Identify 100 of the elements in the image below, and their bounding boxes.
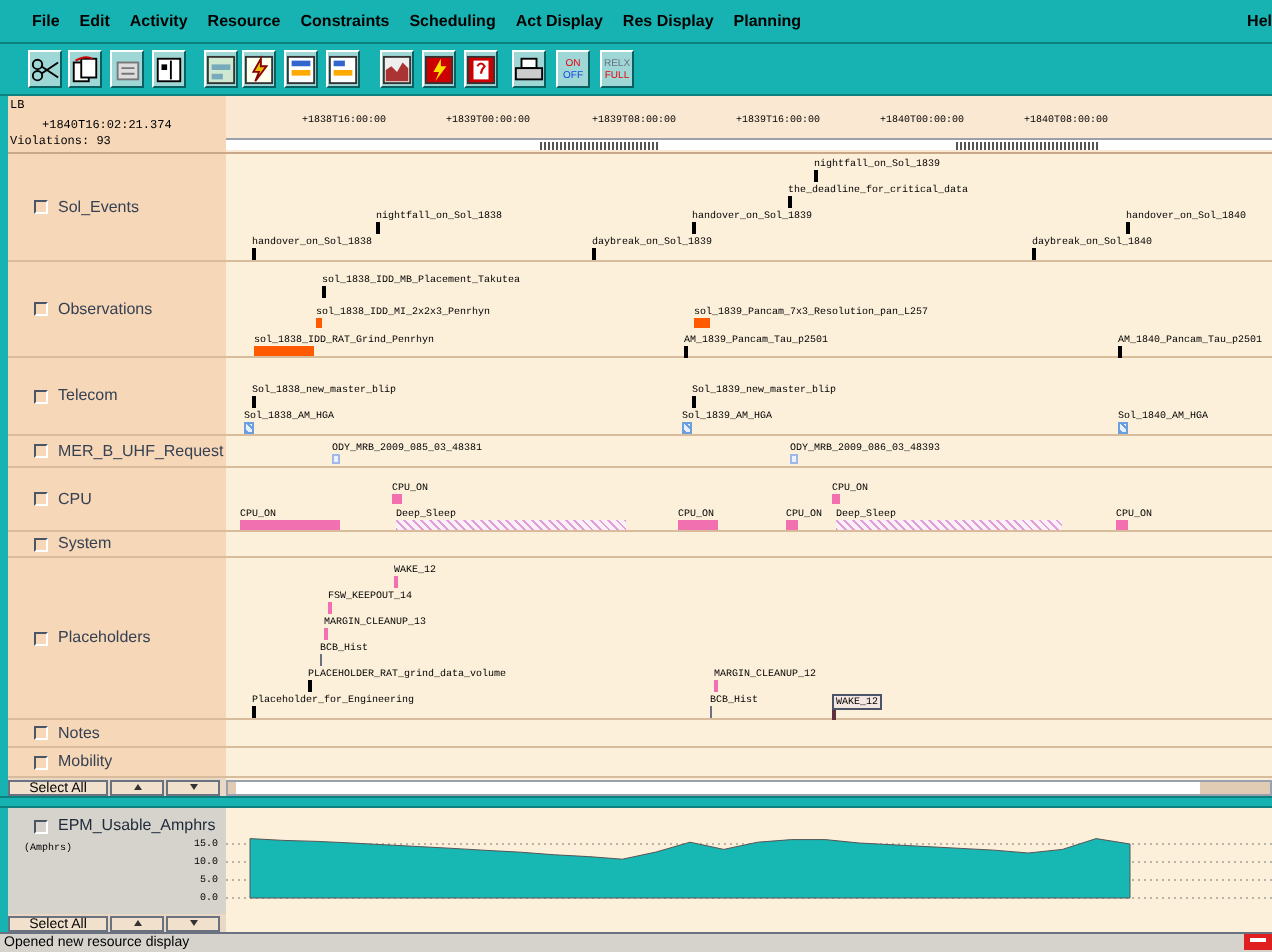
up-arrow-icon — [131, 918, 143, 928]
question-icon — [466, 53, 496, 85]
checkbox[interactable] — [34, 492, 48, 506]
activity-marker[interactable] — [244, 422, 254, 434]
toolbar-button[interactable] — [422, 50, 456, 88]
chart-icon — [382, 53, 412, 85]
window-icon — [206, 53, 236, 85]
menu-item[interactable]: File — [32, 9, 60, 33]
checkbox[interactable] — [34, 389, 48, 403]
scroll-up-button[interactable] — [110, 915, 164, 931]
scrollbar-thumb[interactable] — [236, 781, 1200, 793]
activity-marker[interactable] — [790, 454, 798, 464]
activity-marker[interactable] — [692, 396, 696, 408]
conflict-marker — [540, 142, 660, 150]
down-arrow-icon — [187, 918, 199, 928]
activity-marker[interactable] — [396, 520, 626, 530]
activity-marker[interactable] — [786, 520, 798, 530]
activity-marker[interactable] — [692, 222, 696, 234]
activity-marker[interactable] — [1032, 248, 1036, 260]
checkbox[interactable] — [34, 302, 48, 316]
activity-marker[interactable] — [836, 520, 1062, 530]
activity-marker[interactable] — [252, 248, 256, 260]
activity-marker[interactable] — [832, 494, 840, 504]
resource-label[interactable]: EPM_Usable_Amphrs — [58, 814, 216, 838]
lightning-icon — [244, 53, 274, 85]
checkbox[interactable] — [34, 631, 48, 645]
scroll-down-button[interactable] — [166, 779, 220, 795]
activity-marker[interactable] — [394, 576, 398, 588]
toolbar-button[interactable] — [152, 50, 186, 88]
menu-item[interactable]: Resource — [207, 9, 281, 33]
conflict-marker — [956, 142, 1100, 150]
checkbox[interactable] — [34, 537, 48, 551]
window-icon — [286, 53, 316, 85]
activity-marker[interactable] — [308, 680, 312, 692]
activity-marker[interactable] — [694, 318, 710, 328]
activity-marker[interactable] — [714, 680, 718, 692]
activity-marker[interactable] — [240, 520, 340, 530]
menu-item[interactable]: Constraints — [300, 9, 390, 33]
menu-item[interactable]: Planning — [733, 9, 802, 33]
activity-marker[interactable] — [316, 318, 322, 328]
activity-marker[interactable] — [252, 396, 256, 408]
toolbar-button[interactable] — [512, 50, 546, 88]
activity-marker[interactable] — [788, 196, 792, 208]
checkbox[interactable] — [34, 444, 48, 458]
activity-marker[interactable] — [1116, 520, 1128, 530]
activity-marker[interactable] — [332, 454, 340, 464]
row-label[interactable]: Telecom — [58, 384, 118, 408]
activity-marker[interactable] — [814, 170, 818, 182]
toolbar-button[interactable] — [204, 50, 238, 88]
toolbar-button[interactable] — [242, 50, 276, 88]
activity-marker[interactable] — [682, 422, 692, 434]
activity-marker[interactable] — [324, 628, 328, 640]
row-label[interactable]: Notes — [58, 721, 100, 745]
printer-icon — [514, 53, 544, 85]
toolbar-button[interactable] — [110, 50, 144, 88]
checkbox[interactable] — [34, 200, 48, 214]
up-arrow-icon — [131, 782, 143, 792]
window-icon — [328, 53, 358, 85]
activity-marker[interactable] — [710, 706, 712, 718]
row-label[interactable]: Placeholders — [58, 626, 151, 650]
activity-marker[interactable] — [592, 248, 596, 260]
toolbar-button[interactable] — [28, 50, 62, 88]
menu-item[interactable]: Scheduling — [409, 9, 496, 33]
activity-marker[interactable] — [320, 654, 322, 666]
menu-item[interactable]: Activity — [129, 9, 188, 33]
toolbar-button[interactable] — [68, 50, 102, 88]
toolbar-button[interactable] — [464, 50, 498, 88]
activity-marker[interactable] — [376, 222, 380, 234]
activity-marker[interactable] — [1118, 346, 1122, 358]
scroll-up-button[interactable] — [110, 779, 164, 795]
down-arrow-icon — [187, 782, 199, 792]
activity-marker[interactable] — [254, 346, 314, 356]
toolbar-button[interactable] — [326, 50, 360, 88]
menu-item[interactable]: Hel — [1247, 9, 1272, 33]
scissors-icon — [30, 53, 60, 85]
row-label[interactable]: Observations — [58, 297, 153, 321]
lightning-icon — [424, 53, 454, 85]
activity-marker[interactable] — [392, 494, 402, 504]
horizontal-scrollbar[interactable] — [226, 779, 1272, 795]
activity-marker[interactable] — [1126, 222, 1130, 234]
toolbar-button[interactable] — [284, 50, 318, 88]
activity-marker[interactable] — [678, 520, 718, 530]
checkbox[interactable] — [34, 726, 48, 740]
menu-item[interactable]: Edit — [79, 9, 110, 33]
row-label[interactable]: Sol_Events — [58, 195, 139, 219]
activity-marker[interactable] — [684, 346, 688, 358]
document-stack-icon — [70, 53, 100, 85]
activity-marker[interactable] — [1118, 422, 1128, 434]
toolbar-button[interactable] — [380, 50, 414, 88]
activity-marker[interactable] — [322, 286, 326, 298]
activity-marker[interactable] — [252, 706, 256, 718]
checkbox[interactable] — [34, 755, 48, 769]
menu-item[interactable]: Act Display — [515, 9, 603, 33]
alert-icon — [1244, 934, 1272, 950]
scroll-down-button[interactable] — [166, 915, 220, 931]
checkbox[interactable] — [34, 819, 48, 833]
menu-item[interactable]: Res Display — [622, 9, 714, 33]
grid-icon — [154, 53, 184, 85]
activity-marker[interactable] — [328, 602, 332, 614]
row-label[interactable]: CPU — [58, 487, 92, 511]
